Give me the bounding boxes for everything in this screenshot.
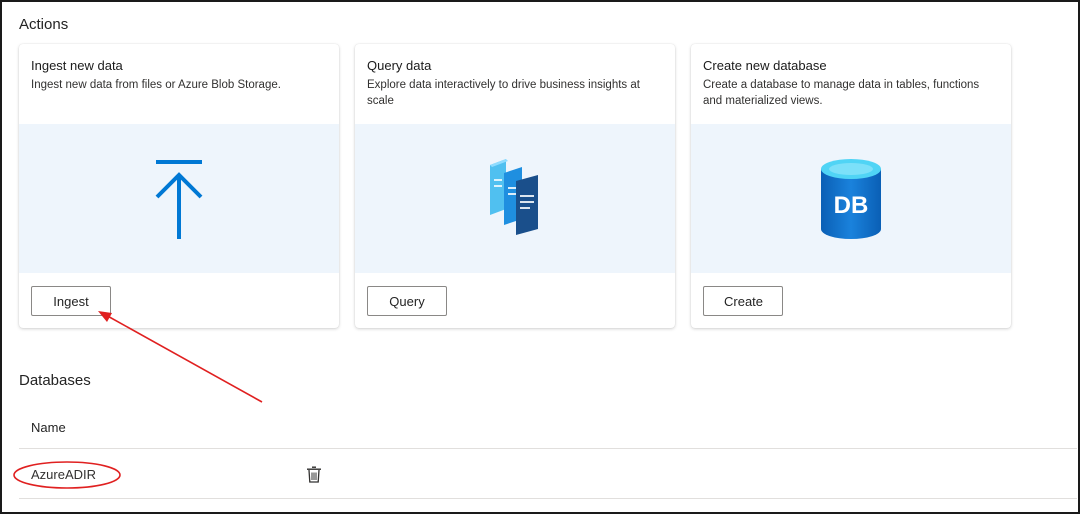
table-row[interactable]: AzureADIR <box>19 450 1077 499</box>
query-card-title: Query data <box>367 58 432 73</box>
delete-database-button[interactable] <box>305 464 323 484</box>
query-card: Query data Explore data interactively to… <box>355 44 675 328</box>
ingest-card-title: Ingest new data <box>31 58 123 73</box>
database-name[interactable]: AzureADIR <box>31 467 96 482</box>
query-card-description: Explore data interactively to drive busi… <box>367 79 640 107</box>
create-card-image: DB <box>691 124 1011 273</box>
upload-arrow-icon <box>155 159 203 239</box>
actions-section-title: Actions <box>19 16 69 33</box>
databases-table-header: Name <box>19 412 1077 449</box>
create-button[interactable]: Create <box>703 286 783 316</box>
trash-icon <box>307 466 321 483</box>
query-documents-icon <box>490 158 538 235</box>
create-card-description: Create a database to manage data in tabl… <box>703 79 980 107</box>
query-button[interactable]: Query <box>367 286 447 316</box>
ingest-button[interactable]: Ingest <box>31 286 111 316</box>
databases-section-title: Databases <box>19 372 91 389</box>
ingest-card: Ingest new data Ingest new data from fil… <box>19 44 339 328</box>
database-icon: DB <box>821 158 881 239</box>
query-card-image <box>355 124 675 273</box>
ingest-card-description: Ingest new data from files or Azure Blob… <box>31 79 281 91</box>
column-header-name[interactable]: Name <box>31 420 66 435</box>
database-icon-label: DB <box>834 192 869 219</box>
create-card-title: Create new database <box>703 58 827 73</box>
create-database-card: Create new database Create a database to… <box>691 44 1011 328</box>
ingest-card-image <box>19 124 339 273</box>
